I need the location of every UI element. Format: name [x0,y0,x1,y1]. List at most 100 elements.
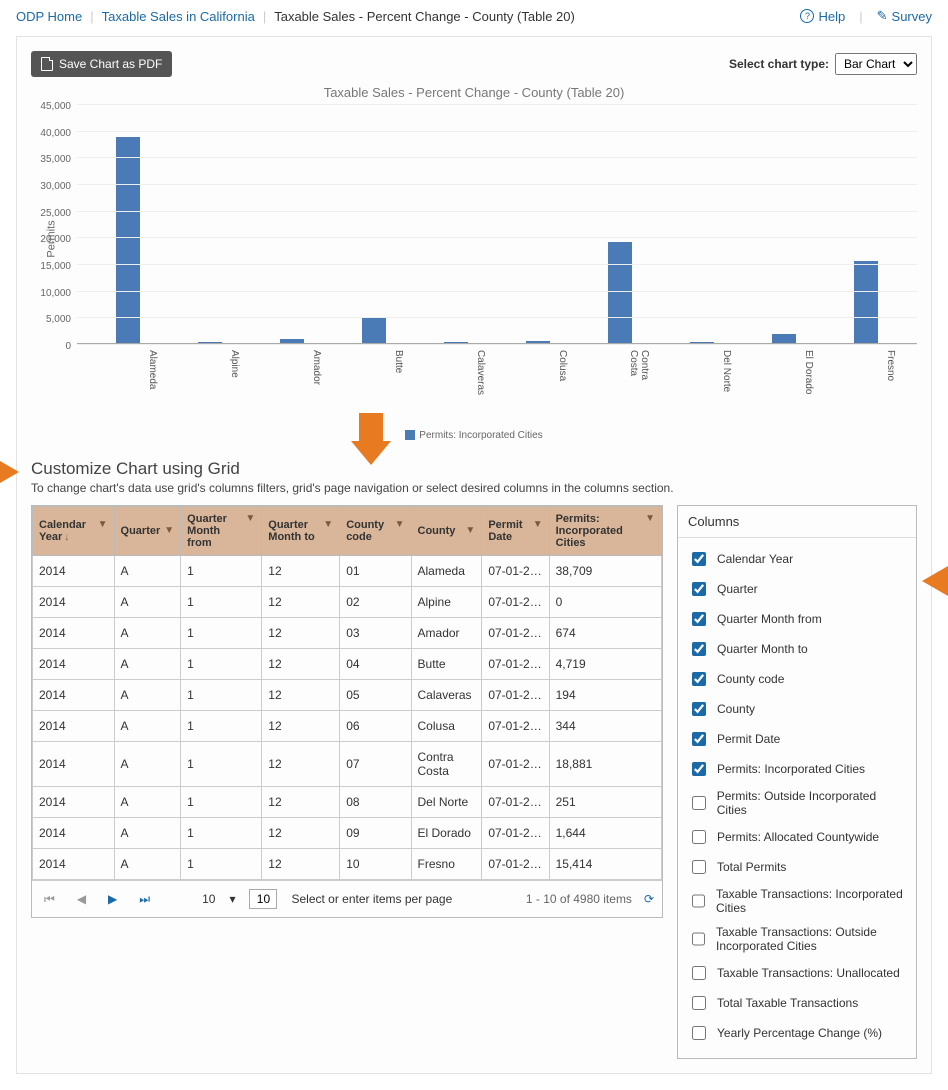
bar[interactable] [444,342,468,343]
table-row[interactable]: 2014A11206Colusa07-01-2…344 [33,711,662,742]
bar[interactable] [854,261,878,343]
column-toggle[interactable]: Permit Date [688,724,906,754]
bar[interactable] [362,318,386,343]
pager-last-button[interactable]: ⏭ [135,890,154,909]
column-toggle[interactable]: Yearly Percentage Change (%) [688,1018,906,1048]
filter-icon[interactable]: ▼ [245,513,255,524]
column-toggle[interactable]: Calendar Year [688,544,906,574]
filter-icon[interactable]: ▼ [164,525,174,536]
help-link[interactable]: ? Help [800,9,845,24]
bar[interactable] [526,341,550,343]
column-toggle[interactable]: Quarter [688,574,906,604]
pager-refresh-button[interactable]: ⟳ [644,892,654,906]
column-checkbox[interactable] [692,1026,706,1040]
column-toggle[interactable]: Permits: Incorporated Cities [688,754,906,784]
column-header[interactable]: Calendar Year↓▼ [33,507,115,556]
gridline [77,264,917,265]
bar[interactable] [116,137,140,343]
filter-icon[interactable]: ▼ [323,519,333,530]
survey-link[interactable]: ✎ Survey [877,8,932,24]
table-row[interactable]: 2014A11204Butte07-01-2…4,719 [33,649,662,680]
table-cell: 2014 [33,680,115,711]
pager-page-size-input[interactable] [249,889,277,909]
bar-col [262,339,322,343]
table-cell: 2014 [33,618,115,649]
pager-next-button[interactable]: ▶ [104,890,121,908]
table-row[interactable]: 2014A11201Alameda07-01-2…38,709 [33,556,662,587]
column-header[interactable]: Permit Date▼ [482,507,549,556]
column-checkbox[interactable] [692,702,706,716]
column-checkbox[interactable] [692,552,706,566]
column-header[interactable]: Permits: Incorporated Cities▼ [549,507,661,556]
column-toggle[interactable]: County code [688,664,906,694]
filter-icon[interactable]: ▼ [465,525,475,536]
chart-type-select[interactable]: Bar Chart [835,53,917,75]
table-row[interactable]: 2014A11208Del Norte07-01-2…251 [33,787,662,818]
column-header[interactable]: County▼ [411,507,482,556]
pager-first-button[interactable]: ⏮ [40,890,59,909]
table-cell: 07-01-2… [482,849,549,880]
bar[interactable] [280,339,304,343]
column-checkbox[interactable] [692,860,706,874]
gridline [77,104,917,105]
chart-area: Permits 05,00010,00015,00020,00025,00030… [31,104,917,374]
pager-page-size-caret[interactable]: ▾ [229,892,235,906]
toplinks-sep: | [859,9,862,24]
column-toggle[interactable]: Permits: Outside Incorporated Cities [688,784,906,822]
column-checkbox[interactable] [692,996,706,1010]
table-row[interactable]: 2014A11210Fresno07-01-2…15,414 [33,849,662,880]
table-row[interactable]: 2014A11205Calaveras07-01-2…194 [33,680,662,711]
column-checkbox[interactable] [692,796,706,810]
save-pdf-button[interactable]: Save Chart as PDF [31,51,172,77]
column-checkbox[interactable] [692,582,706,596]
column-toggle[interactable]: Taxable Transactions: Unallocated [688,958,906,988]
column-checkbox[interactable] [692,672,706,686]
table-cell: 03 [340,618,411,649]
column-checkbox[interactable] [692,762,706,776]
table-cell: 07-01-2… [482,711,549,742]
column-header[interactable]: Quarter Month to▼ [262,507,340,556]
column-checkbox[interactable] [692,612,706,626]
column-toggle[interactable]: Taxable Transactions: Outside Incorporat… [688,920,906,958]
column-header[interactable]: Quarter▼ [114,507,181,556]
column-label: Quarter Month from [717,612,822,626]
pager-prev-button[interactable]: ◀ [73,890,90,908]
table-cell: 01 [340,556,411,587]
filter-icon[interactable]: ▼ [533,519,543,530]
column-toggle[interactable]: County [688,694,906,724]
column-checkbox[interactable] [692,932,705,946]
column-toggle[interactable]: Total Permits [688,852,906,882]
column-header[interactable]: Quarter Month from▼ [181,507,262,556]
column-toggle[interactable]: Taxable Transactions: Incorporated Citie… [688,882,906,920]
column-checkbox[interactable] [692,830,706,844]
table-cell: 07-01-2… [482,742,549,787]
column-header[interactable]: County code▼ [340,507,411,556]
table-row[interactable]: 2014A11203Amador07-01-2…674 [33,618,662,649]
table-row[interactable]: 2014A11207Contra Costa07-01-2…18,881 [33,742,662,787]
y-tick: 30,000 [39,181,71,187]
column-toggle[interactable]: Total Taxable Transactions [688,988,906,1018]
x-label: Del Norte [672,350,732,400]
filter-icon[interactable]: ▼ [645,513,655,524]
column-checkbox[interactable] [692,642,706,656]
breadcrumb-mid[interactable]: Taxable Sales in California [102,9,255,24]
filter-icon[interactable]: ▼ [98,519,108,530]
filter-icon[interactable]: ▼ [395,519,405,530]
column-toggle[interactable]: Quarter Month from [688,604,906,634]
column-label: Taxable Transactions: Outside Incorporat… [716,925,906,953]
table-cell: Amador [411,618,482,649]
bar[interactable] [608,242,632,343]
table-row[interactable]: 2014A11202Alpine07-01-2…0 [33,587,662,618]
table-row[interactable]: 2014A11209El Dorado07-01-2…1,644 [33,818,662,849]
column-toggle[interactable]: Permits: Allocated Countywide [688,822,906,852]
bar[interactable] [690,342,714,343]
column-toggle[interactable]: Quarter Month to [688,634,906,664]
breadcrumb-home[interactable]: ODP Home [16,9,82,24]
column-checkbox[interactable] [692,894,705,908]
bar[interactable] [772,334,796,343]
column-checkbox[interactable] [692,966,706,980]
table-cell: 1 [181,849,262,880]
x-label: Butte [344,350,404,400]
column-checkbox[interactable] [692,732,706,746]
bar[interactable] [198,342,222,343]
